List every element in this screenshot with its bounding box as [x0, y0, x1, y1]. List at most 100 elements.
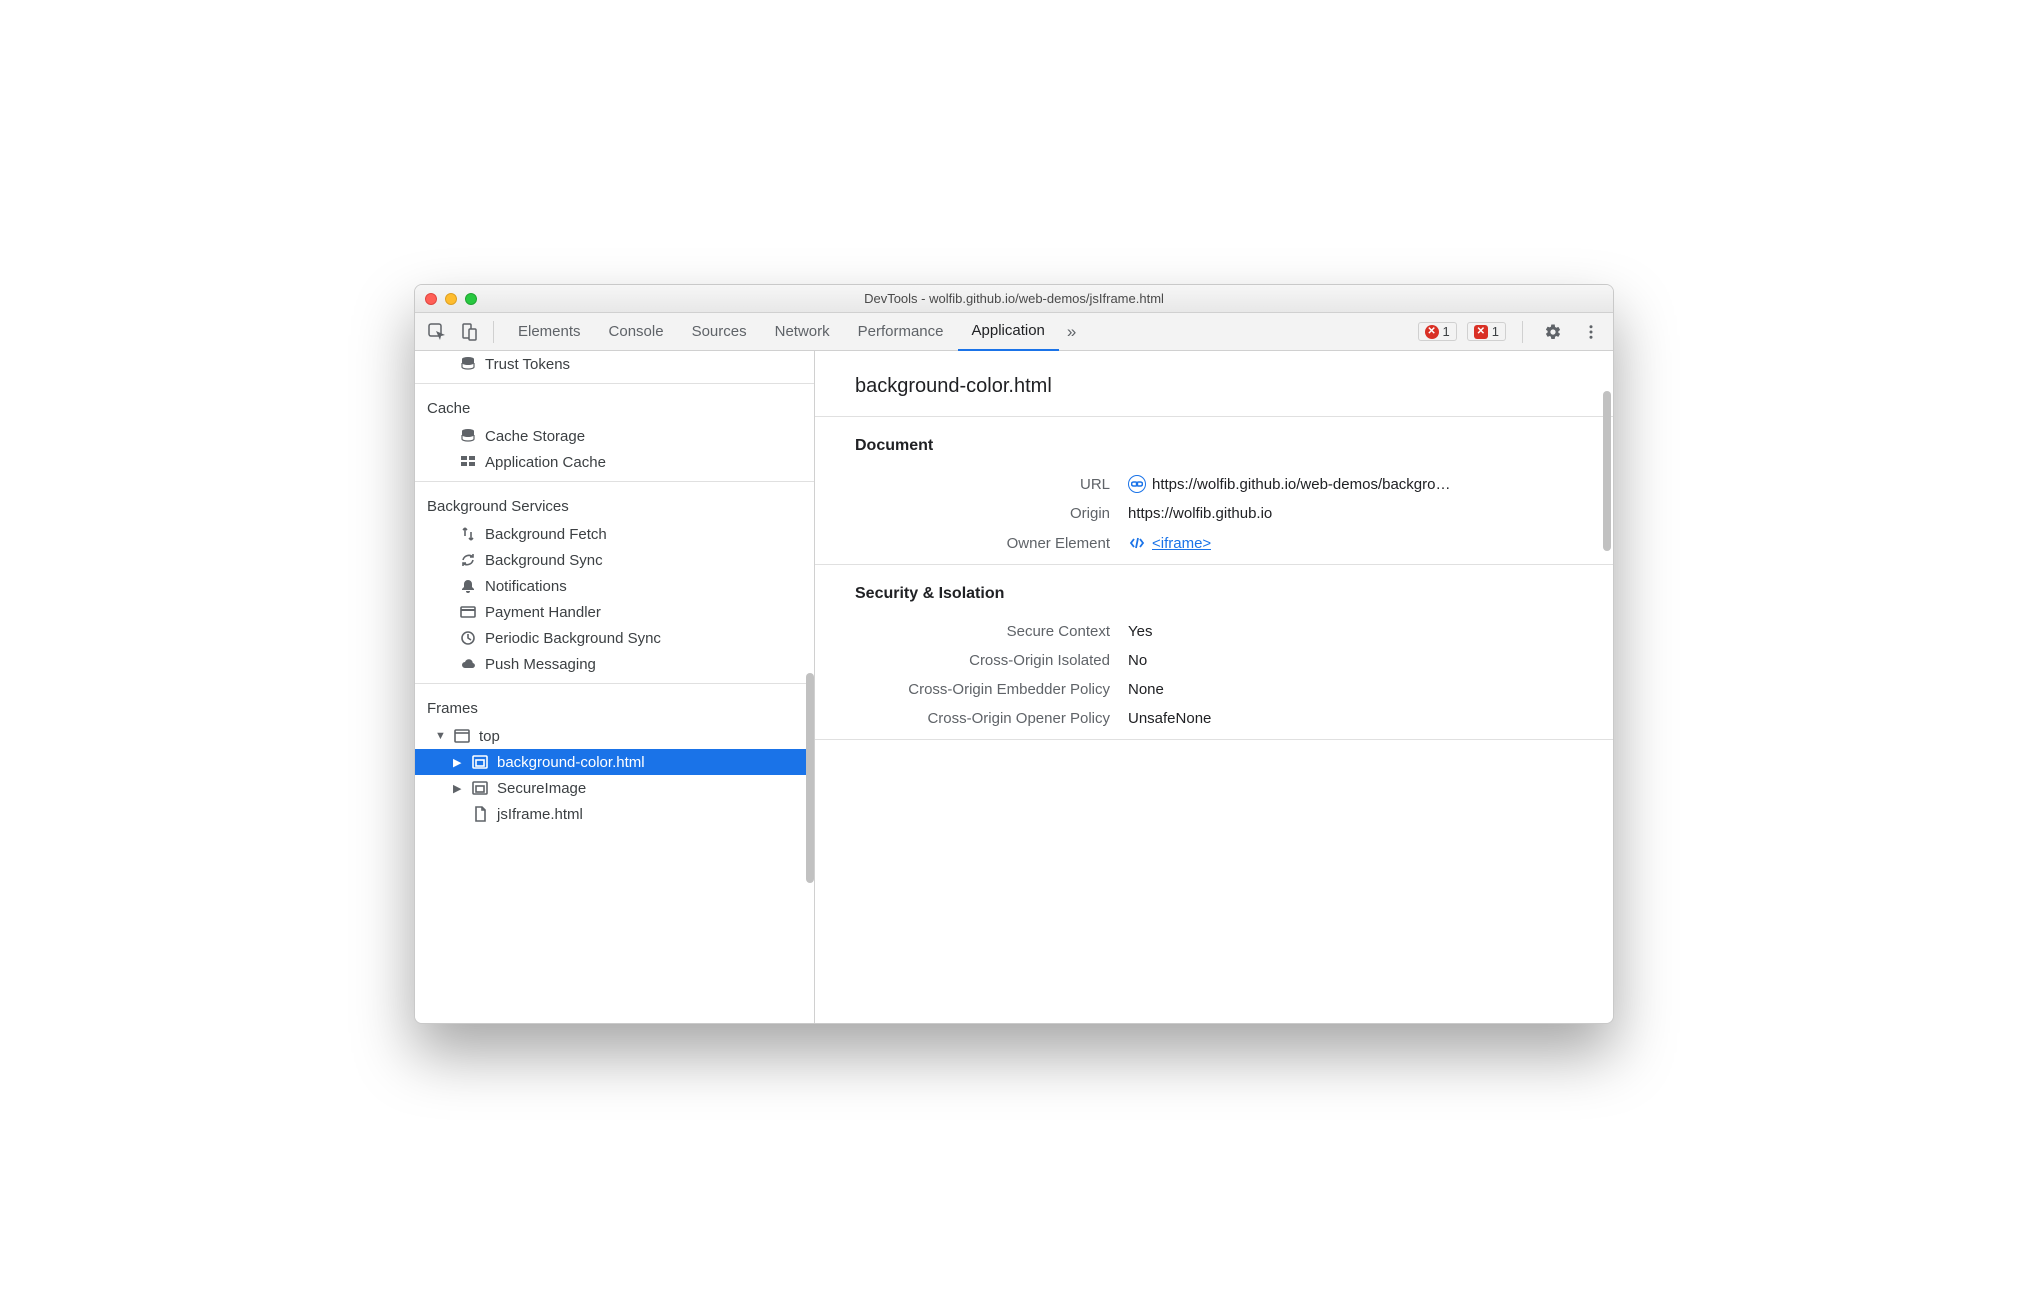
label-url: URL [855, 476, 1110, 493]
frame-top[interactable]: ▼ top [415, 723, 814, 749]
close-window-button[interactable] [425, 293, 437, 305]
devtools-tabbar: Elements Console Sources Network Perform… [415, 313, 1613, 351]
sidebar-item-label: Application Cache [485, 454, 606, 471]
clock-icon [459, 629, 477, 647]
issue-count: 1 [1492, 324, 1499, 339]
panel-tabs: Elements Console Sources Network Perform… [504, 313, 1084, 351]
sidebar-header-background-services: Background Services [415, 488, 814, 521]
issue-count-badge[interactable]: ✕ 1 [1467, 322, 1506, 341]
label-coep: Cross-Origin Embedder Policy [855, 681, 1110, 698]
file-icon [471, 805, 489, 823]
frame-secure-image[interactable]: ▶ SecureImage [415, 775, 814, 801]
value-origin: https://wolfib.github.io [1128, 505, 1272, 522]
tab-elements[interactable]: Elements [504, 313, 595, 351]
frame-label: top [479, 728, 500, 745]
sidebar-item-periodic-sync[interactable]: Periodic Background Sync [415, 625, 814, 651]
cloud-icon [459, 655, 477, 673]
tabs-overflow-button[interactable]: » [1059, 313, 1084, 351]
sidebar-header-frames: Frames [415, 690, 814, 723]
tab-console[interactable]: Console [595, 313, 678, 351]
row-coep: Cross-Origin Embedder Policy None [815, 675, 1613, 704]
chevron-right-icon[interactable]: ▶ [453, 782, 463, 795]
value-secure-context: Yes [1128, 623, 1152, 640]
frame-label: background-color.html [497, 754, 645, 771]
divider [415, 481, 814, 482]
fetch-icon [459, 525, 477, 543]
frame-title: background-color.html [815, 351, 1613, 416]
security-section: Security & Isolation Secure Context Yes … [815, 565, 1613, 739]
devtools-window: DevTools - wolfib.github.io/web-demos/js… [414, 284, 1614, 1024]
database-icon [459, 427, 477, 445]
sidebar-item-label: Notifications [485, 578, 567, 595]
link-icon[interactable] [1128, 475, 1146, 493]
chevron-right-icon[interactable]: ▶ [453, 756, 463, 769]
maximize-window-button[interactable] [465, 293, 477, 305]
value-coep: None [1128, 681, 1164, 698]
sidebar-item-background-sync[interactable]: Background Sync [415, 547, 814, 573]
frame-detail-panel[interactable]: background-color.html Document URL https… [815, 351, 1613, 1023]
label-secure-context: Secure Context [855, 623, 1110, 640]
sidebar-item-background-fetch[interactable]: Background Fetch [415, 521, 814, 547]
label-origin: Origin [855, 505, 1110, 522]
frame-label: SecureImage [497, 780, 586, 797]
label-coi: Cross-Origin Isolated [855, 652, 1110, 669]
tab-application[interactable]: Application [958, 313, 1059, 351]
frame-jsiframe[interactable]: ▶ jsIframe.html [415, 801, 814, 827]
chevron-down-icon[interactable]: ▼ [435, 730, 445, 742]
bell-icon [459, 577, 477, 595]
database-icon [459, 355, 477, 373]
grid-icon [459, 453, 477, 471]
error-count-badge[interactable]: ✕ 1 [1418, 322, 1457, 341]
divider [415, 383, 814, 384]
row-url: URL https://wolfib.github.io/web-demos/b… [815, 469, 1613, 499]
tab-performance[interactable]: Performance [844, 313, 958, 351]
sidebar-header-cache: Cache [415, 390, 814, 423]
owner-element-link[interactable]: <iframe> [1152, 535, 1211, 552]
row-owner-element: Owner Element <iframe> [815, 528, 1613, 558]
frame-background-color[interactable]: ▶ background-color.html [415, 749, 814, 775]
titlebar: DevTools - wolfib.github.io/web-demos/js… [415, 285, 1613, 313]
traffic-lights [425, 293, 477, 305]
iframe-icon [471, 779, 489, 797]
tab-sources[interactable]: Sources [678, 313, 761, 351]
divider [815, 739, 1613, 740]
device-toggle-icon[interactable] [455, 318, 483, 346]
document-section: Document URL https://wolfib.github.io/we… [815, 417, 1613, 564]
more-menu-icon[interactable] [1577, 318, 1605, 346]
sidebar-item-label: Payment Handler [485, 604, 601, 621]
iframe-icon [471, 753, 489, 771]
inspect-element-icon[interactable] [423, 318, 451, 346]
error-icon: ✕ [1425, 325, 1439, 339]
frame-label: jsIframe.html [497, 806, 583, 823]
settings-icon[interactable] [1539, 318, 1567, 346]
sidebar-item-payment-handler[interactable]: Payment Handler [415, 599, 814, 625]
error-count: 1 [1443, 324, 1450, 339]
card-icon [459, 603, 477, 621]
content: Trust Tokens Cache Cache Storage Applica… [415, 351, 1613, 1023]
sidebar-item-cache-storage[interactable]: Cache Storage [415, 423, 814, 449]
issue-icon: ✕ [1474, 325, 1488, 339]
sidebar-item-push-messaging[interactable]: Push Messaging [415, 651, 814, 677]
value-url: https://wolfib.github.io/web-demos/backg… [1152, 476, 1450, 493]
window-icon [453, 727, 471, 745]
sidebar-item-label: Cache Storage [485, 428, 585, 445]
row-coop: Cross-Origin Opener Policy UnsafeNone [815, 704, 1613, 733]
row-secure-context: Secure Context Yes [815, 617, 1613, 646]
divider [415, 683, 814, 684]
sidebar-item-application-cache[interactable]: Application Cache [415, 449, 814, 475]
value-coi: No [1128, 652, 1147, 669]
application-sidebar[interactable]: Trust Tokens Cache Cache Storage Applica… [415, 351, 815, 1023]
scrollbar[interactable] [806, 673, 814, 883]
minimize-window-button[interactable] [445, 293, 457, 305]
row-cross-origin-isolated: Cross-Origin Isolated No [815, 646, 1613, 675]
code-icon[interactable] [1128, 534, 1146, 552]
sidebar-item-notifications[interactable]: Notifications [415, 573, 814, 599]
scrollbar[interactable] [1603, 391, 1611, 551]
divider [493, 321, 494, 343]
label-owner: Owner Element [855, 535, 1110, 552]
label-coop: Cross-Origin Opener Policy [855, 710, 1110, 727]
frames-tree: ▼ top ▶ background-color.html ▶ [415, 723, 814, 827]
sidebar-item-label: Background Sync [485, 552, 603, 569]
tab-network[interactable]: Network [761, 313, 844, 351]
sidebar-item-trust-tokens[interactable]: Trust Tokens [415, 351, 814, 377]
